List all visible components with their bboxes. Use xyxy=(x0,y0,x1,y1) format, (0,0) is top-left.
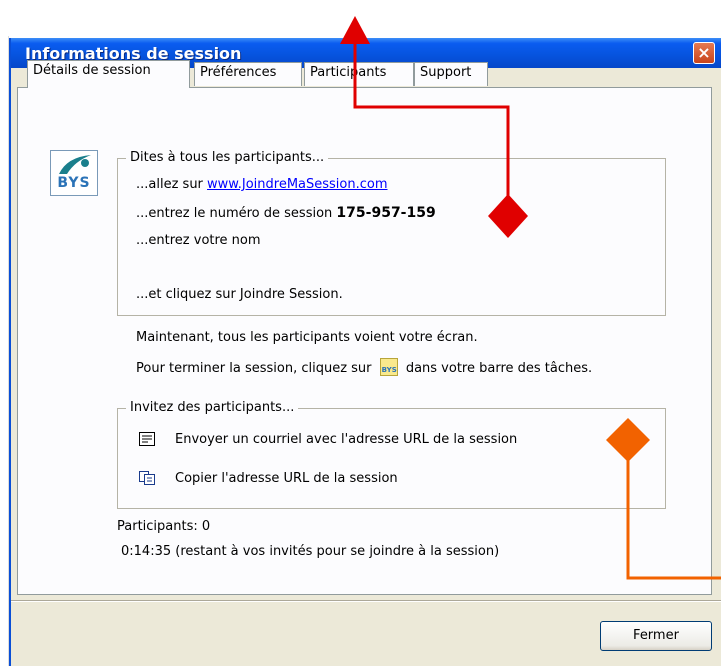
red-annotation-arrow xyxy=(340,16,528,238)
tab-session-details[interactable]: Détails de session xyxy=(27,60,190,88)
annotation-overlay xyxy=(340,16,721,580)
orange-annotation-marker xyxy=(606,418,721,580)
